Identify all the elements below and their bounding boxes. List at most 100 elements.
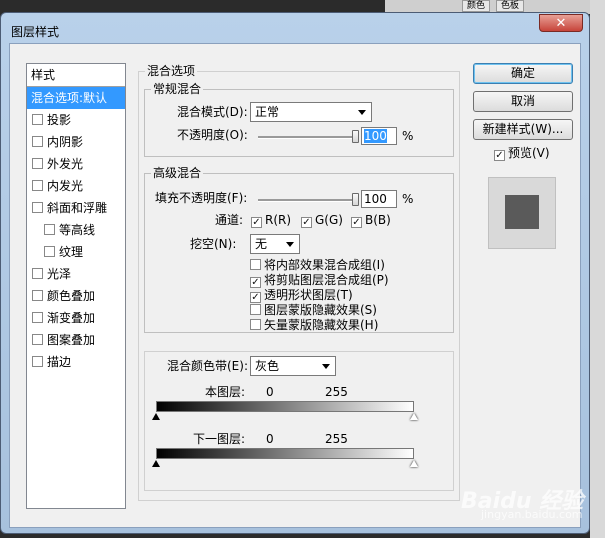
style-list-item-label: 描边 bbox=[47, 355, 72, 369]
underlying-layer-label: 下一图层: bbox=[193, 432, 246, 446]
fill-opacity-label: 填充不透明度(F): bbox=[155, 191, 248, 205]
advanced-option-checkbox-box[interactable]: ✓ bbox=[250, 292, 261, 303]
style-list-item[interactable]: 投影 bbox=[27, 109, 125, 131]
channel-checkbox-box[interactable]: ✓ bbox=[351, 217, 362, 228]
channel-label: G(G) bbox=[315, 213, 343, 227]
advanced-option-checkbox[interactable]: 将内部效果混合成组(I) bbox=[250, 258, 385, 272]
underlying-layer-black-handle[interactable] bbox=[152, 460, 160, 467]
style-list-item-label: 内发光 bbox=[47, 179, 84, 193]
opacity-slider-thumb[interactable] bbox=[352, 130, 359, 143]
style-checkbox[interactable] bbox=[32, 334, 43, 345]
background-tab-swatches[interactable]: 色板 bbox=[496, 0, 525, 12]
blend-mode-select[interactable]: 正常 bbox=[250, 102, 372, 122]
channels-label: 通道: bbox=[215, 213, 244, 227]
ok-button[interactable]: 确定 bbox=[473, 63, 573, 84]
advanced-blending-title: 高级混合 bbox=[151, 166, 204, 180]
advanced-option-checkbox[interactable]: 矢量蒙版隐藏效果(H) bbox=[250, 318, 378, 332]
style-checkbox[interactable] bbox=[32, 158, 43, 169]
blend-if-value: 灰色 bbox=[255, 359, 280, 373]
opacity-slider[interactable] bbox=[258, 136, 356, 139]
style-list-item[interactable]: 描边 bbox=[27, 351, 125, 373]
advanced-option-label: 将剪贴图层混合成组(P) bbox=[264, 273, 389, 287]
underlying-layer-gradient-bar bbox=[156, 448, 414, 459]
style-list-item[interactable]: 内阴影 bbox=[27, 131, 125, 153]
preview-label: 预览(V) bbox=[508, 146, 550, 160]
advanced-option-checkbox[interactable]: ✓ 将剪贴图层混合成组(P) bbox=[250, 273, 389, 288]
channel-checkbox-box[interactable]: ✓ bbox=[251, 217, 262, 228]
style-list-item[interactable]: 外发光 bbox=[27, 153, 125, 175]
fill-opacity-slider-thumb[interactable] bbox=[352, 193, 359, 206]
background-tab-color[interactable]: 颜色 bbox=[462, 0, 491, 12]
style-checkbox[interactable] bbox=[32, 180, 43, 191]
this-layer-white-handle[interactable] bbox=[410, 413, 418, 420]
fill-opacity-unit: % bbox=[402, 192, 414, 206]
style-checkbox[interactable] bbox=[44, 246, 55, 257]
style-list-header[interactable]: 样式 bbox=[27, 64, 125, 87]
advanced-option-checkbox-box[interactable] bbox=[250, 259, 261, 270]
style-checkbox[interactable] bbox=[32, 202, 43, 213]
style-list-item-label: 投影 bbox=[47, 113, 72, 127]
fill-opacity-input[interactable]: 100 bbox=[361, 190, 397, 208]
channel-checkbox[interactable]: ✓ R(R) bbox=[251, 213, 291, 228]
style-list-item[interactable]: 斜面和浮雕 bbox=[27, 197, 125, 219]
opacity-label: 不透明度(O): bbox=[177, 128, 248, 142]
knockout-label: 挖空(N): bbox=[190, 237, 237, 251]
style-list-item[interactable]: 颜色叠加 bbox=[27, 285, 125, 307]
advanced-option-checkbox-box[interactable] bbox=[250, 304, 261, 315]
fill-opacity-slider[interactable] bbox=[258, 199, 356, 202]
style-list-item-label: 内阴影 bbox=[47, 135, 84, 149]
general-blending-title: 常规混合 bbox=[151, 82, 204, 96]
style-checkbox[interactable] bbox=[32, 114, 43, 125]
advanced-option-checkbox-box[interactable] bbox=[250, 319, 261, 330]
style-list-item[interactable]: 等高线 bbox=[27, 219, 125, 241]
style-list-item-label: 等高线 bbox=[59, 223, 96, 237]
style-list-item-label: 外发光 bbox=[47, 157, 84, 171]
chevron-down-icon bbox=[322, 364, 330, 369]
cancel-button[interactable]: 取消 bbox=[473, 91, 573, 112]
style-list-item[interactable]: 图案叠加 bbox=[27, 329, 125, 351]
preview-checkbox[interactable]: ✓ 预览(V) bbox=[494, 146, 550, 161]
advanced-option-checkbox[interactable]: 图层蒙版隐藏效果(S) bbox=[250, 303, 377, 317]
advanced-option-checkbox-box[interactable]: ✓ bbox=[250, 277, 261, 288]
style-list-item[interactable]: 混合选项:默认 bbox=[27, 87, 125, 109]
channel-checkbox[interactable]: ✓ G(G) bbox=[301, 213, 343, 228]
opacity-unit: % bbox=[402, 129, 414, 143]
baidu-watermark-url: jingyan.baidu.com bbox=[481, 508, 583, 521]
blending-options-title: 混合选项 bbox=[145, 64, 198, 78]
blending-options-group: 混合选项 常规混合 混合模式(D): 正常 不透明度(O): 100 % 高级混… bbox=[138, 64, 460, 501]
style-checkbox[interactable] bbox=[32, 312, 43, 323]
underlying-layer-max: 255 bbox=[325, 432, 348, 446]
style-list-item-label: 颜色叠加 bbox=[47, 289, 96, 303]
underlying-layer-min: 0 bbox=[266, 432, 274, 446]
channel-label: R(R) bbox=[265, 213, 292, 227]
blend-mode-label: 混合模式(D): bbox=[177, 105, 248, 119]
preview-swatch bbox=[505, 195, 539, 229]
advanced-option-checkbox[interactable]: ✓ 透明形状图层(T) bbox=[250, 288, 353, 303]
this-layer-max: 255 bbox=[325, 385, 348, 399]
new-style-button[interactable]: 新建样式(W)... bbox=[473, 119, 573, 140]
channel-checkbox[interactable]: ✓ B(B) bbox=[351, 213, 391, 228]
close-button[interactable]: ✕ bbox=[539, 14, 583, 32]
blend-mode-value: 正常 bbox=[255, 105, 280, 119]
style-checkbox[interactable] bbox=[32, 290, 43, 301]
channel-checkbox-box[interactable]: ✓ bbox=[301, 217, 312, 228]
knockout-select[interactable]: 无 bbox=[250, 234, 300, 254]
style-checkbox[interactable] bbox=[32, 136, 43, 147]
style-list-item[interactable]: 光泽 bbox=[27, 263, 125, 285]
underlying-layer-white-handle[interactable] bbox=[410, 460, 418, 467]
close-icon: ✕ bbox=[555, 16, 567, 31]
chevron-down-icon bbox=[358, 110, 366, 115]
style-list-item[interactable]: 纹理 bbox=[27, 241, 125, 263]
style-checkbox[interactable] bbox=[44, 224, 55, 235]
style-list-item-label: 图案叠加 bbox=[47, 333, 96, 347]
style-list-item[interactable]: 内发光 bbox=[27, 175, 125, 197]
style-checkbox[interactable] bbox=[32, 356, 43, 367]
style-checkbox[interactable] bbox=[32, 268, 43, 279]
this-layer-gradient-bar bbox=[156, 401, 414, 412]
this-layer-black-handle[interactable] bbox=[152, 413, 160, 420]
opacity-input[interactable]: 100 bbox=[361, 127, 397, 145]
style-list-item-label: 斜面和浮雕 bbox=[47, 201, 108, 215]
blend-if-select[interactable]: 灰色 bbox=[250, 356, 336, 376]
style-list-item[interactable]: 渐变叠加 bbox=[27, 307, 125, 329]
preview-checkbox-box[interactable]: ✓ bbox=[494, 150, 505, 161]
